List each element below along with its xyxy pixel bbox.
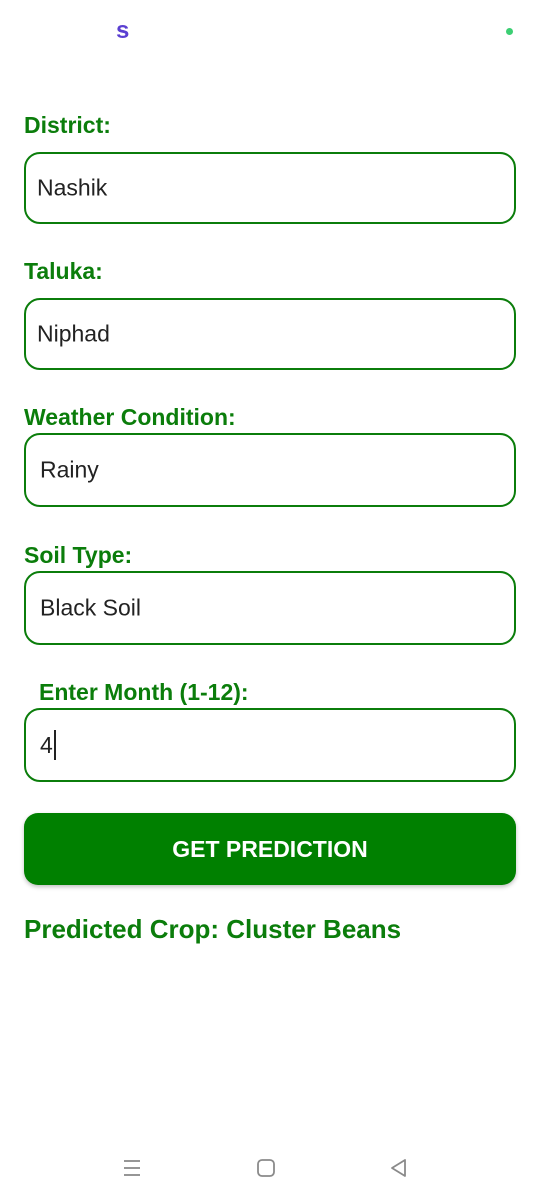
taluka-label: Taluka: [24, 258, 103, 284]
soil-label: Soil Type: [24, 542, 133, 568]
get-prediction-button[interactable]: GET PREDICTION [24, 813, 516, 885]
back-button[interactable] [381, 1154, 417, 1182]
predicted-crop-text: Predicted Crop: Cluster Beans [24, 914, 402, 944]
taluka-value: Niphad [37, 320, 110, 347]
menu-button[interactable] [114, 1154, 150, 1182]
status-bar: s [0, 0, 540, 60]
menu-icon [124, 1160, 140, 1176]
back-triangle-icon [391, 1159, 406, 1177]
system-nav-bar [0, 1140, 540, 1200]
home-button[interactable] [248, 1154, 284, 1182]
home-square-icon [257, 1159, 275, 1177]
text-cursor [53, 730, 56, 760]
month-label: Enter Month (1-12): [39, 679, 249, 705]
soil-field[interactable]: Black Soil [24, 571, 516, 645]
weather-label: Weather Condition: [24, 404, 236, 430]
app-notification-icon: s [116, 17, 130, 44]
month-value-wrapper: 4 [40, 730, 56, 760]
month-input[interactable]: 4 [24, 708, 516, 782]
month-value: 4 [40, 731, 53, 758]
soil-value: Black Soil [40, 594, 141, 621]
weather-field[interactable]: Rainy [24, 433, 516, 507]
taluka-field[interactable]: Niphad [24, 298, 516, 370]
status-indicator-dot [506, 28, 513, 35]
district-label: District: [24, 112, 111, 138]
district-field[interactable]: Nashik [24, 152, 516, 224]
district-value: Nashik [37, 174, 108, 201]
weather-value: Rainy [40, 456, 99, 483]
